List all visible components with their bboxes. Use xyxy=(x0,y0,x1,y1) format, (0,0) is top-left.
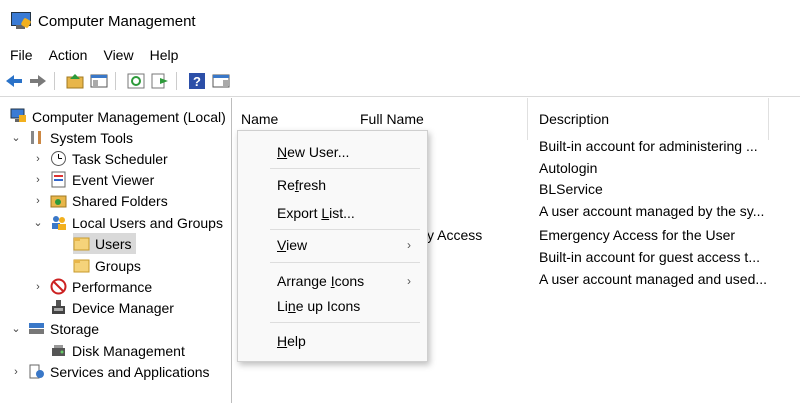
tree-item-system-tools[interactable]: ⌄ System Tools xyxy=(10,127,133,148)
export-list-icon[interactable] xyxy=(150,71,170,91)
table-row-description[interactable]: Emergency Access for the User xyxy=(539,224,735,246)
table-row-description[interactable]: Built-in account for administering ... xyxy=(539,135,758,157)
up-folder-icon[interactable] xyxy=(65,71,85,91)
table-row-full-name[interactable]: y Access xyxy=(427,224,482,246)
show-action-pane-icon[interactable] xyxy=(211,71,231,91)
tree-item-device-manager[interactable]: Device Manager xyxy=(50,297,174,318)
menu-help[interactable]: Help xyxy=(142,47,187,63)
tree-item-label: Computer Management (Local) xyxy=(32,108,226,125)
tree-item-storage[interactable]: ⌄ Storage xyxy=(10,318,99,339)
menu-separator xyxy=(270,262,420,263)
tools-icon xyxy=(28,129,45,146)
svg-text:?: ? xyxy=(193,74,201,89)
menu-file[interactable]: File xyxy=(0,47,41,63)
tree-item-services-and-applications[interactable]: › Services and Applications xyxy=(10,361,210,382)
back-icon[interactable] xyxy=(4,71,24,91)
tree-item-disk-management[interactable]: Disk Management xyxy=(50,340,185,361)
chevron-right-icon[interactable]: › xyxy=(10,366,22,378)
tree-item-label: System Tools xyxy=(50,129,133,146)
tree-item-local-users-and-groups[interactable]: ⌄ Local Users and Groups xyxy=(32,212,223,233)
toolbar-divider xyxy=(0,96,800,97)
help-icon[interactable]: ? xyxy=(187,71,207,91)
folder-icon xyxy=(73,257,90,274)
table-row-description[interactable]: BLService xyxy=(539,178,603,200)
toolbar-separator xyxy=(176,72,177,90)
column-divider[interactable] xyxy=(768,98,769,140)
menu-separator xyxy=(270,229,420,230)
tree-item-computer-management[interactable]: Computer Management (Local) xyxy=(10,106,226,127)
users-icon xyxy=(50,214,67,231)
title-bar: Computer Management xyxy=(0,0,800,42)
table-row-description[interactable]: Built-in account for guest access t... xyxy=(539,246,760,268)
tree-item-shared-folders[interactable]: › Shared Folders xyxy=(32,190,168,211)
toolbar-separator xyxy=(54,72,55,90)
tree-item-label: Task Scheduler xyxy=(72,150,168,167)
tree-item-label: Services and Applications xyxy=(50,363,210,380)
tree-item-task-scheduler[interactable]: › Task Scheduler xyxy=(32,148,168,169)
tree-item-label: Local Users and Groups xyxy=(72,214,223,231)
toolbar-separator xyxy=(115,72,116,90)
submenu-arrow-icon: › xyxy=(407,238,411,252)
shared-folder-icon xyxy=(50,192,67,209)
console-tree: Computer Management (Local) ⌄ System Too… xyxy=(0,98,232,403)
chevron-down-icon[interactable]: ⌄ xyxy=(32,216,44,229)
tree-item-label: Device Manager xyxy=(72,299,174,316)
show-hide-tree-icon[interactable] xyxy=(89,71,109,91)
tree-item-label: Shared Folders xyxy=(72,192,168,209)
storage-icon xyxy=(28,320,45,337)
menu-item-help[interactable]: Help xyxy=(238,329,427,353)
device-manager-icon xyxy=(50,299,67,316)
menu-separator xyxy=(270,322,420,323)
event-viewer-icon xyxy=(50,171,67,188)
table-row-description[interactable]: A user account managed by the sy... xyxy=(539,200,764,222)
tree-item-performance[interactable]: › Performance xyxy=(32,276,152,297)
tree-item-label: Event Viewer xyxy=(72,171,155,188)
computer-management-icon xyxy=(10,11,32,31)
menu-bar: File Action View Help xyxy=(0,43,186,67)
submenu-arrow-icon: › xyxy=(407,274,411,288)
chevron-right-icon[interactable]: › xyxy=(32,195,44,207)
forward-icon[interactable] xyxy=(28,71,48,91)
services-icon xyxy=(28,363,45,380)
column-header-description[interactable]: Description xyxy=(539,98,609,140)
refresh-icon[interactable] xyxy=(126,71,146,91)
column-divider[interactable] xyxy=(527,98,528,140)
menu-item-view[interactable]: View › xyxy=(238,233,427,257)
chevron-right-icon[interactable]: › xyxy=(32,281,44,293)
menu-view[interactable]: View xyxy=(95,47,141,63)
tree-item-users[interactable]: Users xyxy=(73,233,136,254)
window-title: Computer Management xyxy=(38,12,196,30)
context-menu: New User... Refresh Export List... View … xyxy=(237,130,428,362)
chevron-down-icon[interactable]: ⌄ xyxy=(10,131,22,144)
menu-separator xyxy=(270,168,420,169)
chevron-right-icon[interactable]: › xyxy=(32,153,44,165)
menu-item-export-list[interactable]: Export List... xyxy=(238,201,427,225)
menu-item-new-user[interactable]: New User... xyxy=(238,140,427,164)
chevron-right-icon[interactable]: › xyxy=(32,174,44,186)
toolbar: ? xyxy=(0,68,800,94)
chevron-down-icon[interactable]: ⌄ xyxy=(10,322,22,335)
menu-item-refresh[interactable]: Refresh xyxy=(238,173,427,197)
tree-item-label: Disk Management xyxy=(72,342,185,359)
menu-action[interactable]: Action xyxy=(41,47,96,63)
menu-item-arrange-icons[interactable]: Arrange Icons › xyxy=(238,269,427,293)
tree-item-label: Storage xyxy=(50,320,100,337)
performance-icon xyxy=(50,278,67,295)
tree-item-event-viewer[interactable]: › Event Viewer xyxy=(32,169,154,190)
disk-icon xyxy=(50,342,67,359)
table-row-description[interactable]: A user account managed and used... xyxy=(539,268,767,290)
tree-item-label: Performance xyxy=(72,278,153,295)
table-row-description[interactable]: Autologin xyxy=(539,157,597,179)
tree-item-label: Users xyxy=(95,235,132,252)
menu-item-line-up-icons[interactable]: Line up Icons xyxy=(238,294,427,318)
folder-icon xyxy=(73,235,90,252)
computer-management-icon xyxy=(10,108,27,125)
clock-icon xyxy=(50,150,67,167)
tree-item-label: Groups xyxy=(95,257,141,274)
tree-item-groups[interactable]: Groups xyxy=(73,255,141,276)
